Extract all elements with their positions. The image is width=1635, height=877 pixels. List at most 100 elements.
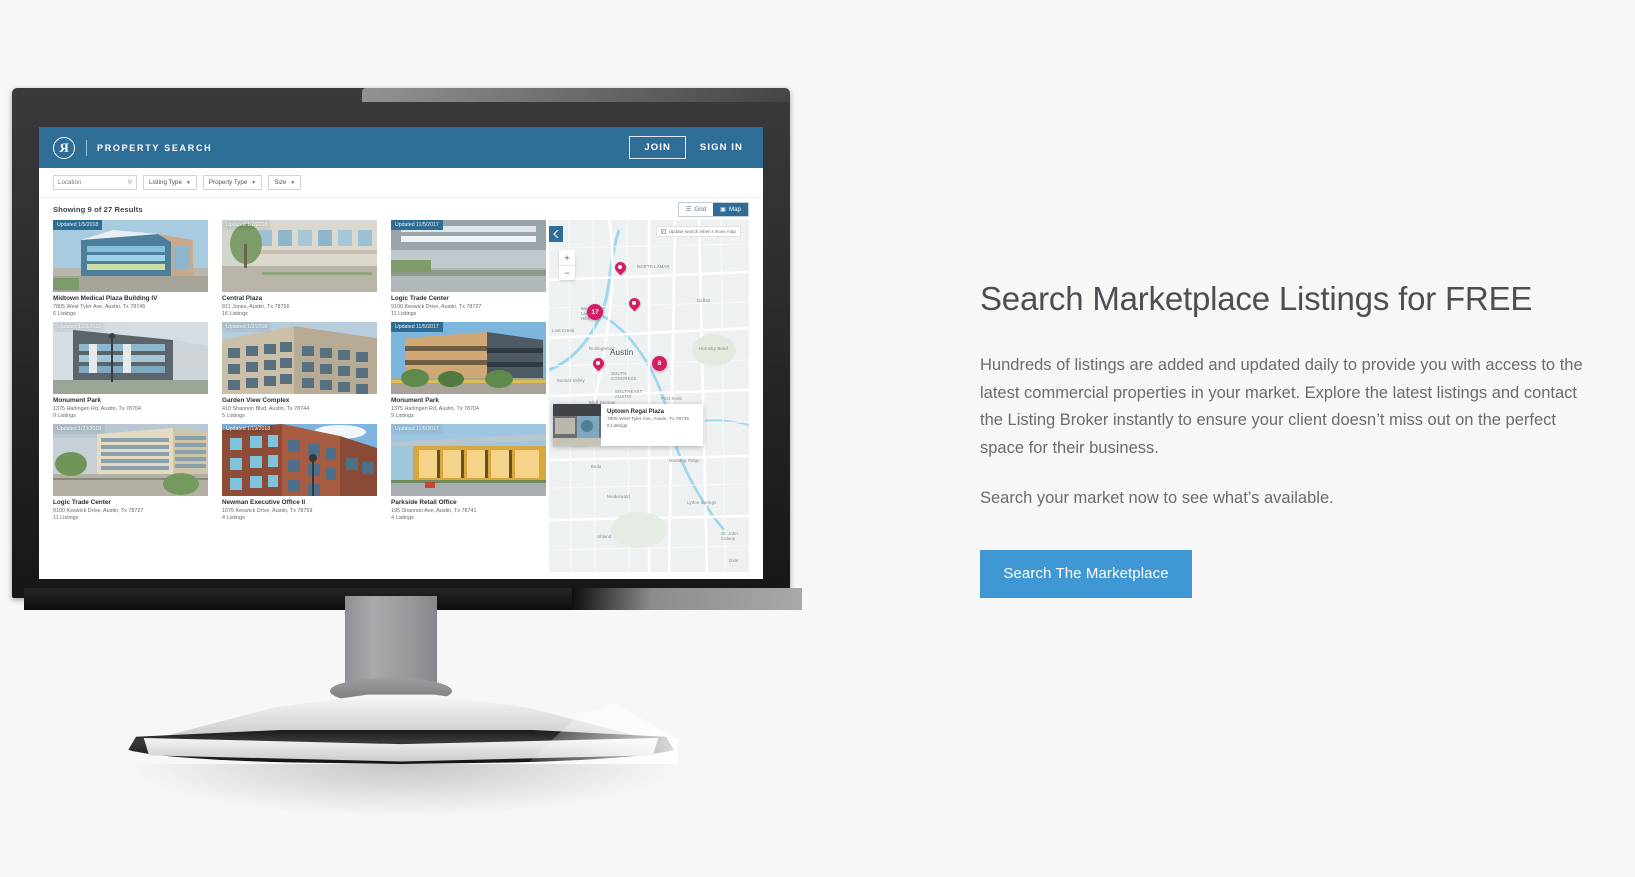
results-count: Showing 9 of 27 Results <box>53 205 143 214</box>
listing-address: 410 Shannon Blvd, Austin, Tx 78744 <box>222 405 310 412</box>
bezel-glare <box>362 88 792 102</box>
bezel-bottom-highlight <box>572 588 802 610</box>
join-button[interactable]: JOIN <box>629 136 686 159</box>
listing-card[interactable]: Updated 1/23/2018 Logic Trade Center 910… <box>53 424 208 521</box>
listing-count: 6 Listings <box>53 311 76 317</box>
content-area: Updated 1/5/2018 Midtown Medical Plaza B… <box>39 220 763 572</box>
listing-updated-badge: Updated 11/5/2017 <box>391 322 443 332</box>
listing-title: Logic Trade Center <box>391 295 449 302</box>
location-input[interactable]: Location ⚲ <box>53 175 137 190</box>
listing-address: 7805 West Tyler Ave, Austin, Tx 78745 <box>53 303 146 310</box>
listing-count: 4 Listings <box>222 515 245 521</box>
map-popup-card[interactable]: Uptown Regal Plaza 7805 West Tyler Ave, … <box>553 404 703 446</box>
floor-reflection <box>128 764 676 816</box>
logo-divider <box>86 139 87 156</box>
listing-count: 4 Listings <box>391 515 414 521</box>
listing-card[interactable]: Updated 1/5/2018 Midtown Medical Plaza B… <box>53 220 208 317</box>
listing-card[interactable]: Updated 1/19/2018 Newman Executive Offic… <box>222 424 377 521</box>
filter-size-label: Size <box>274 179 287 186</box>
listing-updated-badge: Updated 11/5/2017 <box>391 220 443 230</box>
filter-listing-type[interactable]: Listing Type ▼ <box>143 175 197 190</box>
zoom-out-button[interactable]: − <box>559 265 575 280</box>
map-pane[interactable]: ✓ Update search when I move map + − NORT… <box>549 220 749 572</box>
listing-title: Monument Park <box>53 397 101 404</box>
search-marketplace-button[interactable]: Search The Marketplace <box>980 549 1192 598</box>
logo-icon[interactable]: R <box>53 136 75 159</box>
popup-title: Uptown Regal Plaza <box>607 409 665 415</box>
listing-card[interactable]: Updated 11/5/2017 Monument Park 1375 Har… <box>391 322 546 419</box>
marketing-subtext: Search your market now to see what’s ava… <box>980 488 1334 507</box>
listing-image[interactable]: Updated 1/2/2018 <box>222 322 377 394</box>
monitor-mockup: R PROPERTY SEARCH JOIN SIGN IN Location … <box>0 78 830 816</box>
listing-updated-badge: Updated 1/23/2018 <box>53 424 106 434</box>
listing-card[interactable]: Updated 1/2/2018 Garden View Complex 410… <box>222 322 377 419</box>
listing-card[interactable]: Updated 1/19/2018 Monument Park 1375 Har… <box>53 322 208 419</box>
tab-map-label: Map <box>728 206 741 213</box>
update-search-checkbox[interactable]: ✓ Update search when I move map <box>655 226 741 237</box>
listing-grid-pane: Updated 1/5/2018 Midtown Medical Plaza B… <box>39 220 549 572</box>
listing-updated-badge: Updated 1/5/2018 <box>53 220 103 230</box>
filter-size[interactable]: Size ▼ <box>268 175 302 190</box>
listing-image[interactable]: Updated 1/2/2018 <box>222 220 377 292</box>
map-label: Daffan <box>697 298 711 303</box>
listing-image[interactable]: Updated 1/5/2018 <box>53 220 208 292</box>
map-label: Lytton Springs <box>687 500 717 505</box>
map-label: Sunset Valley <box>557 378 585 383</box>
marketing-body: Hundreds of listings are added and updat… <box>980 356 1583 458</box>
map-label: SOUTH CONGRESS <box>611 371 637 381</box>
checkbox-icon[interactable]: ✓ <box>660 229 666 234</box>
listing-image[interactable]: Updated 1/19/2018 <box>222 424 377 496</box>
listing-grid: Updated 1/5/2018 Midtown Medical Plaza B… <box>53 220 549 526</box>
tab-grid-view[interactable]: ☰ Grid <box>678 203 714 216</box>
map-label: Pilot Knob <box>661 396 683 401</box>
map-zoom-controls[interactable]: + − <box>559 250 575 280</box>
monitor-base <box>125 690 678 768</box>
map-label: Uhland <box>597 534 612 539</box>
tab-map-view[interactable]: ▣ Map <box>713 203 748 216</box>
listing-title: Central Plaza <box>222 295 263 302</box>
tab-grid-label: Grid <box>694 206 707 213</box>
map-collapse-button[interactable] <box>549 226 563 242</box>
sign-in-button[interactable]: SIGN IN <box>700 142 749 153</box>
listing-address: 811 Jones, Austin, Tx 78756 <box>222 303 290 310</box>
listing-count: 9 Listings <box>53 413 76 419</box>
listing-address: 1675 Keswick Drive, Austin, Tx 78759 <box>222 507 313 514</box>
map-icon: ▣ <box>720 206 726 213</box>
map-pin[interactable] <box>590 355 607 372</box>
map-cluster[interactable]: 8 <box>652 356 667 371</box>
listing-title: Parkside Retail Office <box>391 499 457 506</box>
filter-property-type-label: Property Type <box>208 179 248 186</box>
map-canvas[interactable] <box>549 220 749 572</box>
listing-card[interactable]: Updated 11/5/2017 Parkside Retail Office… <box>391 424 546 521</box>
listing-count: 11 Listings <box>53 515 79 521</box>
app-header: R PROPERTY SEARCH JOIN SIGN IN <box>39 127 763 168</box>
popup-image <box>553 404 601 446</box>
listing-count: 9 Listings <box>391 413 414 419</box>
chevron-down-icon: ▼ <box>290 179 296 186</box>
listing-count: 5 Listings <box>222 413 245 419</box>
monitor-bezel: R PROPERTY SEARCH JOIN SIGN IN Location … <box>12 88 802 610</box>
map-pin[interactable] <box>612 259 629 276</box>
listing-card[interactable]: Updated 11/5/2017 Logic Trade Center 910… <box>391 220 546 317</box>
listing-image[interactable]: Updated 1/19/2018 <box>53 322 208 394</box>
listing-address: 9100 Keswick Drive, Austin, Tx 78727 <box>53 507 144 514</box>
listing-image[interactable]: Updated 1/23/2018 <box>53 424 208 496</box>
listing-image[interactable]: Updated 11/5/2017 <box>391 220 546 292</box>
listing-image[interactable]: Updated 11/5/2017 <box>391 424 546 496</box>
map-pin[interactable] <box>626 295 643 312</box>
filter-property-type[interactable]: Property Type ▼ <box>202 175 263 190</box>
popup-address: 7805 West Tyler Ave, Austin, Tx 78745 <box>607 416 690 422</box>
header-actions: JOIN SIGN IN <box>629 136 749 159</box>
listing-card[interactable]: Updated 1/2/2018 Central Plaza 811 Jones… <box>222 220 377 317</box>
map-cluster[interactable]: 17 <box>587 304 603 320</box>
map-label: Dale <box>729 558 739 563</box>
search-icon[interactable]: ⚲ <box>128 179 132 186</box>
screen: R PROPERTY SEARCH JOIN SIGN IN Location … <box>39 127 763 579</box>
brand-title: PROPERTY SEARCH <box>97 142 213 153</box>
listing-address: 195 Shannon Ave, Austin, Tx 78741 <box>391 507 477 514</box>
listing-image[interactable]: Updated 11/5/2017 <box>391 322 546 394</box>
listing-updated-badge: Updated 1/19/2018 <box>53 322 106 332</box>
zoom-in-button[interactable]: + <box>559 250 575 265</box>
listing-updated-badge: Updated 11/5/2017 <box>391 424 443 434</box>
listing-title: Newman Executive Office II <box>222 499 306 506</box>
